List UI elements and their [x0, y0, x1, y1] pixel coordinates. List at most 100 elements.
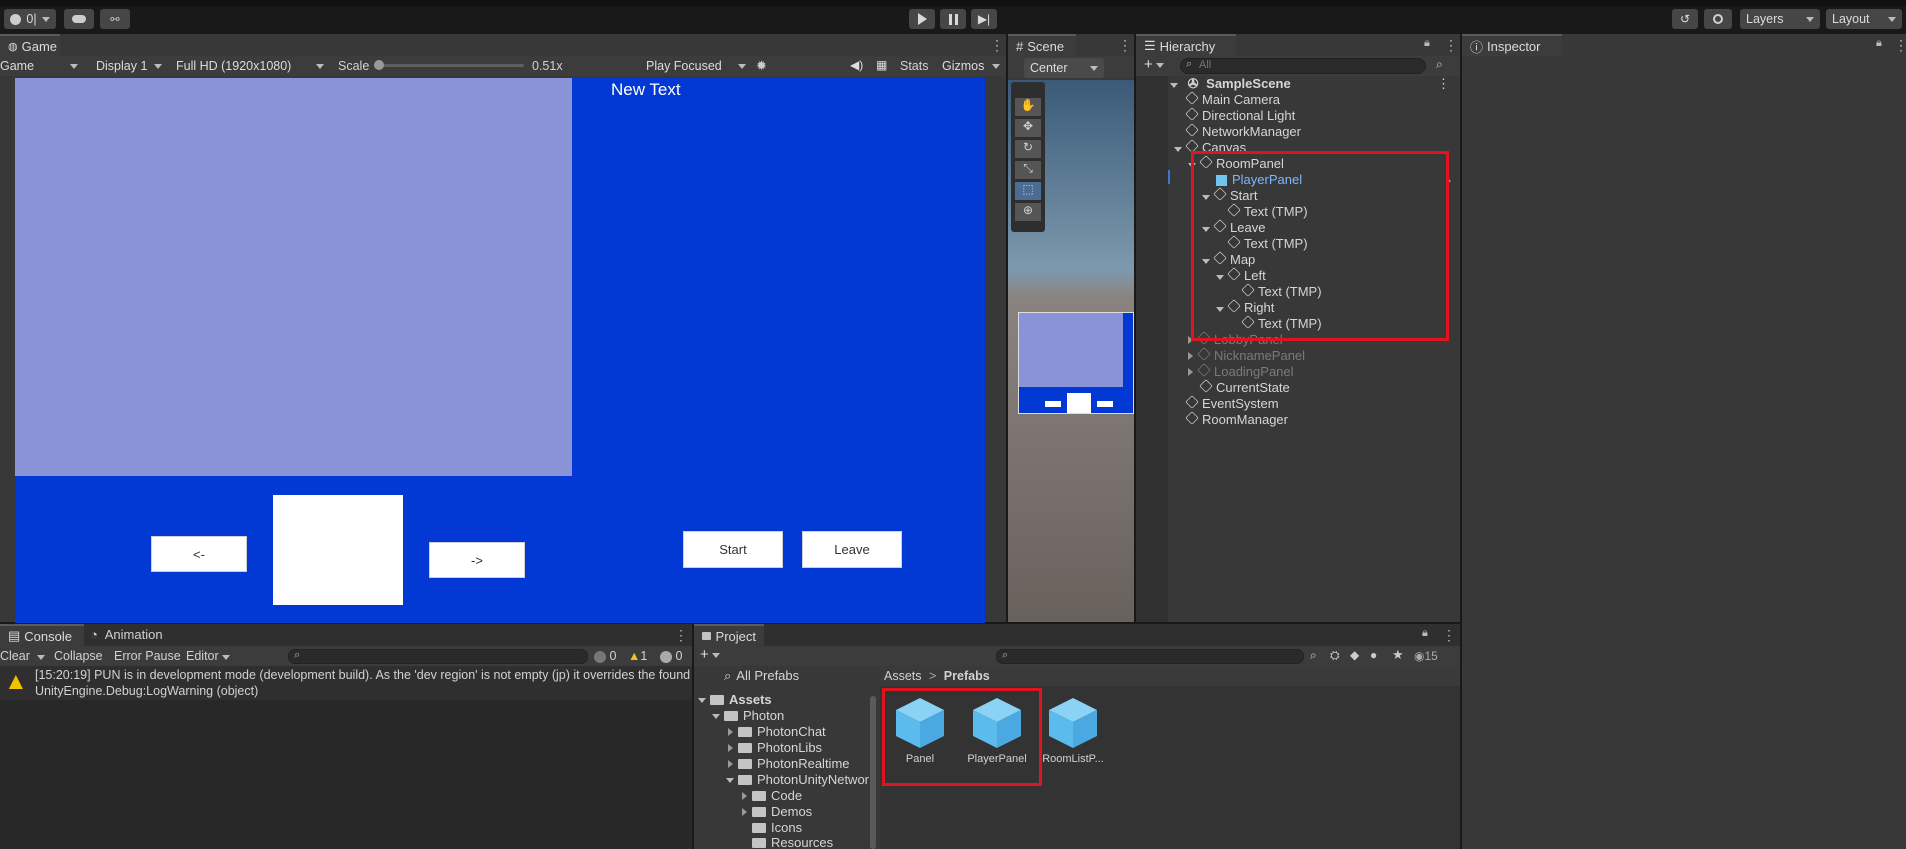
scene-viewport[interactable]: ✋ ✥ ↻ ⤡ ⬚ ⊕ — [1008, 80, 1134, 622]
hierarchy-item[interactable]: CurrentState — [1199, 379, 1290, 396]
rotate-tool-icon[interactable]: ↻ — [1015, 140, 1041, 158]
layout-dropdown[interactable]: Layout — [1826, 9, 1902, 29]
tree-item[interactable]: PhotonChat — [728, 724, 826, 740]
lock-icon[interactable]: 🔒︎ — [1876, 37, 1882, 50]
chevron-right-icon[interactable] — [728, 744, 733, 752]
error-count-toggle[interactable]: 0 — [660, 649, 682, 663]
tree-item[interactable]: Photon — [712, 708, 784, 724]
hierarchy-item[interactable]: EventSystem — [1185, 395, 1279, 412]
breadcrumb-current[interactable]: Prefabs — [944, 669, 990, 683]
scene-root[interactable]: ✇ SampleScene ⋮ — [1170, 76, 1460, 92]
start-button[interactable]: Start — [683, 531, 783, 568]
scale-tool-icon[interactable]: ⤡ — [1015, 161, 1041, 179]
chevron-right-icon[interactable] — [1188, 368, 1193, 376]
tree-item[interactable]: Resources — [752, 836, 833, 849]
display-dropdown[interactable]: Display 1 — [90, 56, 168, 76]
tree-item[interactable]: PhotonLibs — [728, 740, 822, 756]
tab-console[interactable]: ▤ Console — [0, 624, 84, 646]
rect-tool-icon[interactable]: ⬚ — [1015, 182, 1041, 200]
breadcrumb-root[interactable]: Assets — [884, 669, 922, 683]
scene-menu-icon[interactable]: ⋮ — [1118, 37, 1132, 54]
hierarchy-item[interactable]: Directional Light — [1185, 107, 1295, 124]
hierarchy-item[interactable]: Main Camera — [1185, 91, 1280, 108]
tree-item[interactable]: PhotonUnityNetwor — [726, 772, 869, 788]
project-menu-icon[interactable]: ⋮ — [1442, 627, 1456, 644]
hand-tool-icon[interactable]: ✋ — [1015, 98, 1041, 116]
layers-dropdown[interactable]: Layers — [1740, 9, 1820, 29]
grid-icon[interactable]: ▦ — [876, 58, 887, 72]
right-arrow-button[interactable]: -> — [429, 542, 525, 578]
hierarchy-item-inactive[interactable]: LoadingPanel — [1188, 363, 1294, 380]
cloud-button[interactable] — [64, 9, 94, 29]
lock-icon[interactable]: 🔒︎ — [1422, 627, 1428, 640]
hierarchy-menu-icon[interactable]: ⋮ — [1444, 37, 1458, 54]
left-arrow-button[interactable]: <- — [151, 536, 247, 572]
info-count-toggle[interactable]: 0 — [594, 649, 616, 663]
collab-button[interactable]: ⚯ — [100, 9, 130, 29]
gizmos-dropdown[interactable]: Gizmos — [936, 56, 1006, 76]
panel-menu-icon[interactable]: ⋮ — [990, 37, 1004, 54]
all-prefabs-item[interactable]: ⌕ All Prefabs — [724, 668, 799, 684]
tree-item[interactable]: PhotonRealtime — [728, 756, 850, 772]
project-search-input[interactable]: ⌕ — [996, 649, 1304, 664]
log-entry[interactable]: ▲ [15:20:19] PUN is in development mode … — [0, 666, 692, 700]
tree-item[interactable]: Code — [742, 788, 802, 804]
asset-tile[interactable]: RoomListP... — [1042, 694, 1104, 765]
collapse-button[interactable]: Collapse — [54, 649, 103, 663]
pause-button[interactable] — [940, 9, 966, 29]
chevron-down-icon[interactable] — [712, 713, 720, 719]
chevron-down-icon[interactable] — [726, 777, 734, 783]
history-button[interactable]: ↺ — [1672, 9, 1698, 29]
tree-item[interactable]: Demos — [742, 804, 812, 820]
chevron-right-icon[interactable] — [728, 728, 733, 736]
audio-icon[interactable]: ◀) — [850, 58, 863, 72]
tree-item[interactable]: Assets — [698, 692, 772, 708]
hierarchy-item-inactive[interactable]: NicknamePanel — [1188, 347, 1305, 364]
filter-icon[interactable]: ⛭ — [1330, 648, 1340, 663]
add-asset-button[interactable]: + — [700, 646, 720, 663]
hierarchy-search-input[interactable]: ⌕ All — [1180, 58, 1426, 74]
search-button[interactable] — [1704, 9, 1732, 29]
chevron-right-icon[interactable] — [728, 760, 733, 768]
resolution-dropdown[interactable]: Full HD (1920x1080) — [170, 56, 330, 76]
leave-button[interactable]: Leave — [802, 531, 902, 568]
play-button[interactable] — [909, 9, 935, 29]
console-menu-icon[interactable]: ⋮ — [674, 627, 688, 644]
lock-icon[interactable]: 🔒︎ — [1424, 37, 1430, 50]
slider-handle[interactable] — [374, 60, 384, 70]
chevron-right-icon[interactable] — [742, 792, 747, 800]
tab-hierarchy[interactable]: ☰ Hierarchy — [1136, 34, 1236, 56]
tab-animation[interactable]: ◔ Animation — [90, 627, 163, 642]
chevron-down-icon[interactable] — [698, 697, 706, 703]
console-search-input[interactable]: ⌕ — [288, 649, 588, 664]
scene-menu-icon[interactable]: ⋮ — [1437, 76, 1450, 92]
hierarchy-item[interactable]: RoomManager — [1185, 411, 1288, 428]
clear-button[interactable]: Clear — [0, 649, 46, 663]
error-pause-button[interactable]: Error Pause — [114, 649, 181, 663]
stats-button[interactable]: Stats — [900, 59, 929, 73]
tab-inspector[interactable]: ⓘ Inspector — [1462, 34, 1562, 56]
chevron-down-icon[interactable] — [1174, 147, 1182, 152]
search-options-icon[interactable]: ⌕ — [1436, 57, 1443, 72]
chevron-right-icon[interactable] — [1188, 352, 1193, 360]
hierarchy-item[interactable]: NetworkManager — [1185, 123, 1301, 140]
step-button[interactable]: ▶| — [971, 9, 997, 29]
label-icon[interactable]: ◆ — [1350, 648, 1359, 662]
error-filter-icon[interactable]: ● — [1370, 648, 1377, 662]
tab-game[interactable]: ◍ Game — [0, 34, 60, 56]
tree-scrollbar[interactable] — [870, 696, 876, 849]
move-tool-icon[interactable]: ✥ — [1015, 119, 1041, 137]
chevron-right-icon[interactable] — [742, 808, 747, 816]
game-mode-dropdown[interactable]: Game — [0, 56, 84, 76]
account-dropdown[interactable]: 0| — [4, 9, 56, 29]
visible-count[interactable]: ◉15 — [1414, 649, 1438, 663]
play-mode-dropdown[interactable]: Play Focused — [640, 56, 752, 76]
tab-project[interactable]: Project — [694, 624, 764, 646]
tab-scene[interactable]: # Scene — [1008, 34, 1076, 56]
pivot-dropdown[interactable]: Center — [1024, 58, 1104, 78]
transform-tool-icon[interactable]: ⊕ — [1015, 203, 1041, 221]
scale-slider[interactable] — [374, 60, 524, 70]
add-object-button[interactable]: + — [1144, 56, 1164, 73]
editor-dropdown[interactable]: Editor — [186, 649, 231, 663]
star-icon[interactable]: ★ — [1392, 647, 1404, 663]
